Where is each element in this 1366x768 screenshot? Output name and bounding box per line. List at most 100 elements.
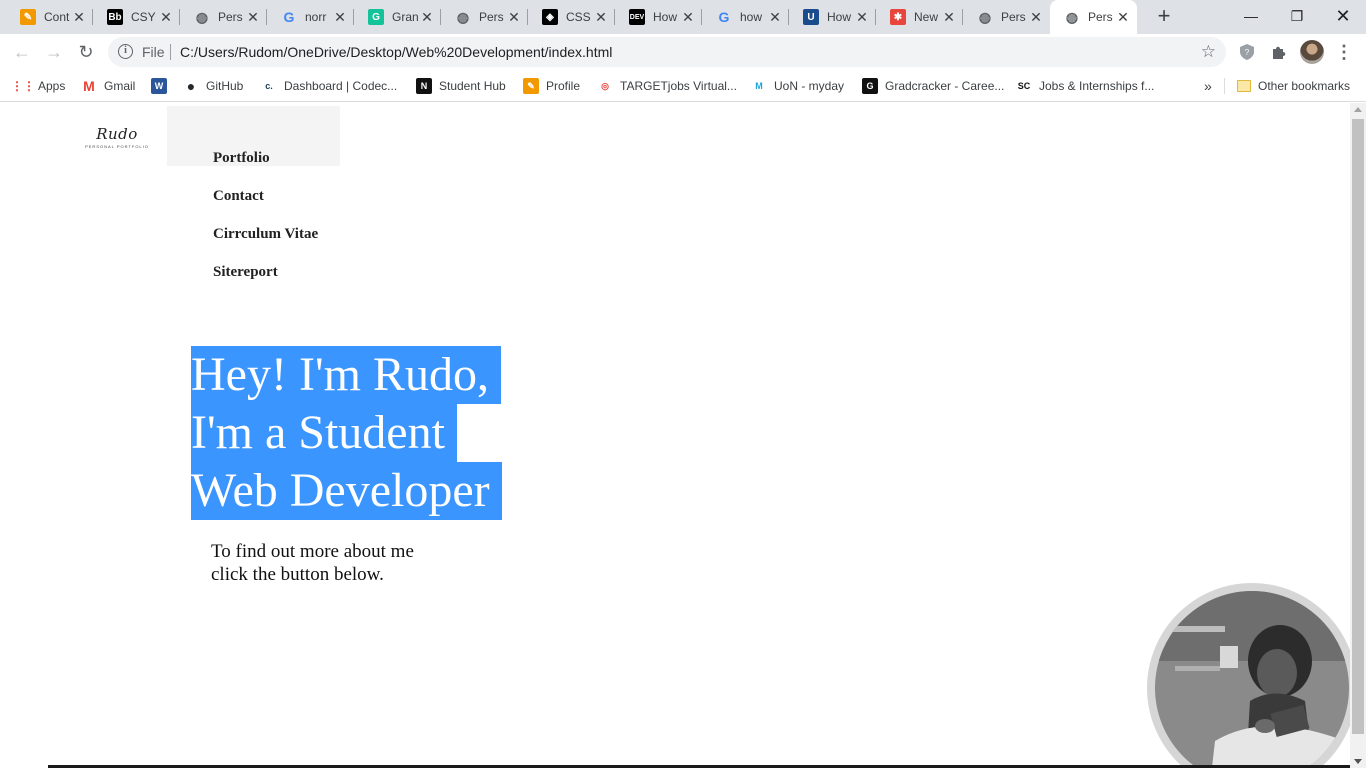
bookmark-label: UoN - myday (774, 79, 845, 93)
browser-tab[interactable]: ◍ Pers ✕ (441, 0, 528, 34)
bookmark-label: Student Hub (439, 79, 506, 93)
pencil-icon: ✎ (523, 78, 539, 94)
bookmark-item[interactable]: c. Dashboard | Codec... (261, 77, 397, 95)
tab-close-icon[interactable]: ✕ (1028, 9, 1044, 25)
asterisk-icon: ✱ (890, 9, 906, 25)
browser-tab[interactable]: ◍ Pers ✕ (1050, 0, 1137, 34)
tab-title: Cont (44, 10, 70, 24)
tab-title: Pers (1001, 10, 1026, 24)
profile-avatar[interactable] (1300, 40, 1324, 64)
browser-tab[interactable]: ◍ Pers ✕ (180, 0, 267, 34)
targetjobs-icon: ◎ (601, 80, 609, 91)
tab-title: How (827, 10, 852, 24)
browser-tab[interactable]: ✱ New ✕ (876, 0, 963, 34)
restore-button[interactable]: ❐ (1274, 0, 1320, 32)
myday-icon: M (755, 81, 763, 91)
browser-tab[interactable]: DEV How ✕ (615, 0, 702, 34)
tab-strip: ✎ Cont ✕ Bb CSY ✕ ◍ Pers ✕ Gnorr ✕ G Gran ✕ ◍ Pers ✕ ◈ CSS… (0, 0, 1366, 34)
minimize-button[interactable]: — (1228, 0, 1274, 32)
browser-tab[interactable]: ✎ Cont ✕ (6, 0, 93, 34)
shield-extension-icon[interactable]: ? (1237, 42, 1257, 62)
bookmark-label: Apps (38, 79, 66, 93)
site-nav: Portfolio Contact Cirrculum Vitae Sitere… (213, 150, 318, 302)
tab-close-icon[interactable]: ✕ (680, 9, 696, 25)
tab-close-icon[interactable]: ✕ (419, 9, 435, 25)
bookmark-item[interactable]: SC Jobs & Internships f... (1016, 77, 1155, 95)
browser-tab[interactable]: ◍ Pers ✕ (963, 0, 1050, 34)
tab-title: CSY (131, 10, 156, 24)
scrollbar-thumb[interactable] (1352, 119, 1364, 734)
nav-link-portfolio[interactable]: Portfolio (213, 150, 318, 188)
tab-title: CSS (566, 10, 591, 24)
tab-title: Pers (218, 10, 243, 24)
bookmark-item[interactable]: ◎ TARGETjobs Virtual... (597, 77, 737, 95)
sc-icon: SC (1017, 81, 1031, 91)
tab-close-icon[interactable]: ✕ (593, 9, 609, 25)
browser-tab[interactable]: ◈ CSS ✕ (528, 0, 615, 34)
grammarly-icon: G (368, 9, 384, 25)
tab-title: How (653, 10, 678, 24)
nav-link-contact[interactable]: Contact (213, 188, 318, 226)
nav-link-cv[interactable]: Cirrculum Vitae (213, 226, 318, 264)
bookmark-item[interactable]: ● GitHub (183, 77, 244, 95)
close-window-button[interactable]: ✕ (1320, 0, 1366, 32)
tab-title: Pers (1088, 10, 1113, 24)
tab-close-icon[interactable]: ✕ (332, 9, 348, 25)
site-logo[interactable]: Rudo PERSONAL PORTFOLIO (84, 125, 150, 149)
bookmark-item[interactable]: ⋮⋮ Apps (11, 77, 66, 95)
tab-title: Pers (479, 10, 504, 24)
github-icon: ● (186, 78, 196, 94)
tab-title: New (914, 10, 939, 24)
tab-close-icon[interactable]: ✕ (1115, 9, 1131, 25)
globe-icon: ◍ (1065, 8, 1079, 25)
browser-tab[interactable]: Gnorr ✕ (267, 0, 354, 34)
codepen-icon: ◈ (542, 9, 558, 25)
reload-button[interactable]: ↻ (73, 39, 99, 65)
bookmark-item[interactable]: N Student Hub (416, 77, 506, 95)
menu-kebab-icon[interactable]: ⋮ (1334, 42, 1354, 62)
scroll-up-arrow[interactable] (1354, 107, 1362, 112)
tab-close-icon[interactable]: ✕ (941, 9, 957, 25)
bookmark-item[interactable]: M Gmail (81, 77, 135, 95)
scroll-down-arrow[interactable] (1354, 759, 1362, 764)
pencil-icon: ✎ (20, 9, 36, 25)
bookmark-item[interactable]: G Gradcracker - Caree... (862, 77, 1004, 95)
gmail-icon: M (83, 78, 95, 94)
bookmark-label: Jobs & Internships f... (1039, 79, 1155, 93)
nav-link-sitereport[interactable]: Sitereport (213, 264, 318, 302)
bookmark-label: Gmail (104, 79, 136, 93)
bookmark-label: Profile (546, 79, 581, 93)
more-bookmarks-button[interactable]: » (1204, 77, 1212, 95)
bookmarks-divider (1224, 78, 1225, 94)
back-button[interactable]: ← (9, 39, 35, 65)
browser-tab[interactable]: U How ✕ (789, 0, 876, 34)
tab-close-icon[interactable]: ✕ (854, 9, 870, 25)
browser-tab[interactable]: Ghow ✕ (702, 0, 789, 34)
bookmark-item[interactable]: M UoN - myday (751, 77, 844, 95)
forward-button[interactable]: → (41, 39, 67, 65)
other-bookmarks-folder[interactable]: Other bookmarks (1237, 77, 1350, 95)
site-info-icon[interactable]: i (118, 44, 133, 59)
other-bookmarks-label: Other bookmarks (1258, 79, 1351, 93)
scheme-label: File (142, 44, 165, 60)
extensions-puzzle-icon[interactable] (1269, 42, 1289, 62)
page-scrollbar[interactable] (1350, 103, 1366, 768)
hero-line: Web Developer (191, 462, 502, 520)
page-viewport: Rudo PERSONAL PORTFOLIO Portfolio Contac… (0, 103, 1350, 768)
address-divider (170, 44, 171, 60)
bookmark-item[interactable]: W (151, 77, 174, 95)
tab-close-icon[interactable]: ✕ (71, 9, 87, 25)
tab-close-icon[interactable]: ✕ (158, 9, 174, 25)
bookmark-star-icon[interactable]: ☆ (1201, 42, 1216, 62)
browser-tab[interactable]: Bb CSY ✕ (93, 0, 180, 34)
tab-close-icon[interactable]: ✕ (506, 9, 522, 25)
folder-icon (1237, 80, 1251, 92)
tab-close-icon[interactable]: ✕ (245, 9, 261, 25)
bookmark-item[interactable]: ✎ Profile (523, 77, 580, 95)
browser-tab[interactable]: G Gran ✕ (354, 0, 441, 34)
new-tab-button[interactable]: + (1153, 5, 1175, 28)
url-text[interactable]: C:/Users/Rudom/OneDrive/Desktop/Web%20De… (180, 44, 612, 60)
svg-text:?: ? (1245, 48, 1250, 57)
tab-close-icon[interactable]: ✕ (767, 9, 783, 25)
address-bar[interactable]: i File C:/Users/Rudom/OneDrive/Desktop/W… (108, 37, 1226, 67)
